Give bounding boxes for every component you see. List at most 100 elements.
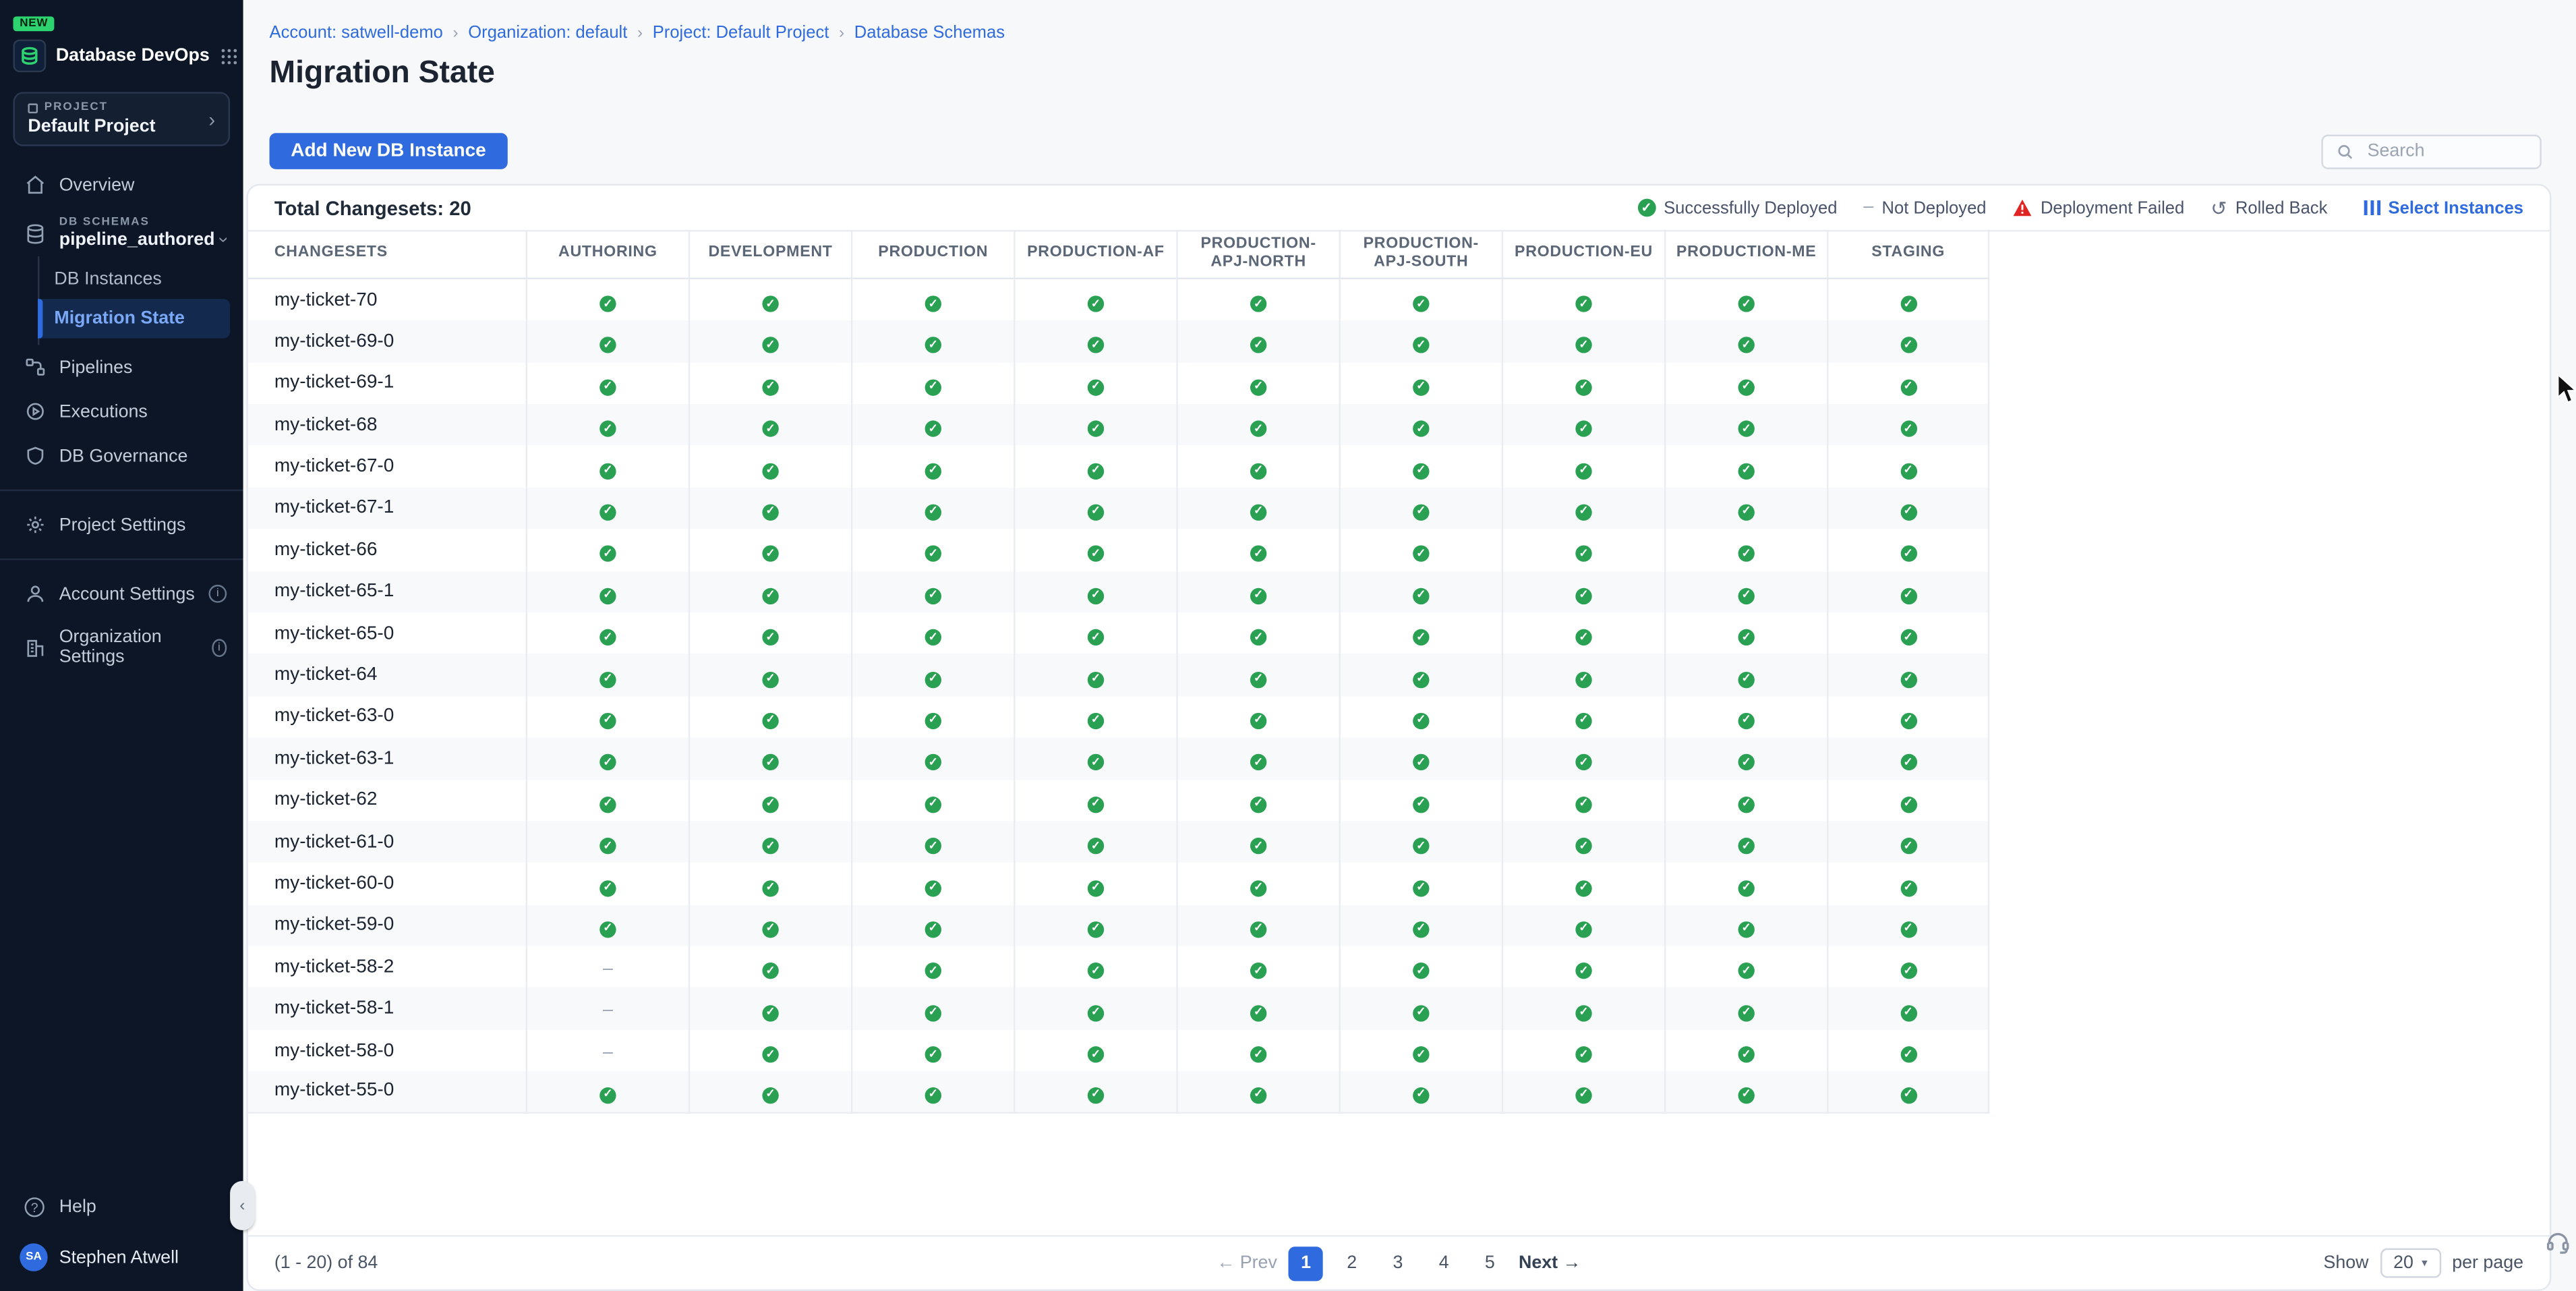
table-row[interactable]: my-ticket-60-0 [248, 863, 1989, 905]
status-cell [689, 654, 851, 696]
page-button-1[interactable]: 1 [1289, 1246, 1323, 1280]
status-cell [1176, 696, 1339, 738]
deployed-check-icon [1738, 295, 1755, 312]
column-header: PRODUCTION [851, 231, 1014, 279]
sidebar-section-db-schemas[interactable]: DB SCHEMAS pipeline_authored › [0, 207, 243, 256]
deployed-check-icon [1900, 421, 1916, 437]
sidebar-item-migration-state[interactable]: Migration State [39, 299, 230, 338]
breadcrumb-organization[interactable]: Organization: default [468, 23, 627, 42]
status-cell [1176, 654, 1339, 696]
table-row[interactable]: my-ticket-58-0 [248, 1030, 1989, 1072]
next-page-button[interactable]: Next → [1519, 1253, 1581, 1273]
sidebar-item-label: Overview [59, 175, 135, 194]
per-page-control: Show 20▾ per page [2323, 1249, 2523, 1278]
table-row[interactable]: my-ticket-67-0 [248, 446, 1989, 488]
new-badge: NEW [13, 16, 54, 31]
app-title: Database DevOps [56, 46, 210, 65]
table-row[interactable]: my-ticket-61-0 [248, 821, 1989, 863]
table-row[interactable]: my-ticket-69-0 [248, 320, 1989, 362]
status-cell [1664, 1071, 1827, 1113]
table-row[interactable]: my-ticket-63-0 [248, 696, 1989, 738]
table-row[interactable]: my-ticket-68 [248, 404, 1989, 446]
deployed-check-icon [1250, 963, 1266, 979]
search-input[interactable] [2364, 140, 2527, 163]
table-row[interactable]: my-ticket-66 [248, 529, 1989, 571]
table-row[interactable]: my-ticket-58-2 [248, 946, 1989, 988]
table-row[interactable]: my-ticket-58-1 [248, 988, 1989, 1030]
deployed-check-icon [599, 337, 616, 353]
status-cell [526, 404, 689, 446]
deployed-check-icon [1575, 921, 1591, 938]
support-widget-icon[interactable] [2545, 1228, 2571, 1263]
status-cell [1827, 571, 1989, 612]
deployed-check-icon [1088, 921, 1104, 938]
breadcrumb-project[interactable]: Project: Default Project [653, 23, 829, 42]
deployed-check-icon [599, 838, 616, 854]
page-button-5[interactable]: 5 [1473, 1246, 1507, 1280]
not-deployed-dash-icon [603, 1000, 613, 1020]
sidebar-item-executions[interactable]: Executions [0, 389, 243, 434]
status-cell [526, 488, 689, 529]
per-page-label: per page [2452, 1253, 2523, 1273]
select-instances-button[interactable]: Select Instances [2364, 198, 2523, 217]
sidebar-item-overview[interactable]: Overview [0, 163, 243, 207]
sidebar-item-project-settings[interactable]: Project Settings [0, 503, 243, 547]
sidebar-collapse-handle[interactable]: ‹ [230, 1181, 255, 1230]
sidebar-item-db-instances[interactable]: DB Instances [39, 260, 230, 299]
breadcrumb-database-schemas[interactable]: Database Schemas [854, 23, 1005, 42]
deployed-check-icon [1900, 505, 1916, 521]
sidebar-item-db-governance[interactable]: DB Governance [0, 434, 243, 478]
sidebar-item-label: Pipelines [59, 357, 133, 377]
user-menu[interactable]: SA Stephen Atwell [0, 1228, 243, 1281]
page-button-2[interactable]: 2 [1335, 1246, 1369, 1280]
deployed-check-icon [1250, 1046, 1266, 1062]
status-cell [1176, 362, 1339, 404]
status-cell [1664, 863, 1827, 905]
table-row[interactable]: my-ticket-67-1 [248, 488, 1989, 529]
status-cell [689, 362, 851, 404]
pipelines-icon [23, 356, 46, 378]
table-row[interactable]: my-ticket-64 [248, 654, 1989, 696]
changeset-name: my-ticket-61-0 [248, 821, 526, 863]
prev-page-button[interactable]: ← Prev [1217, 1253, 1277, 1273]
status-cell [1664, 612, 1827, 654]
page-button-3[interactable]: 3 [1380, 1246, 1415, 1280]
table-row[interactable]: my-ticket-70 [248, 279, 1989, 321]
table-row[interactable]: my-ticket-62 [248, 780, 1989, 822]
status-cell [1664, 320, 1827, 362]
search-icon [2336, 142, 2354, 161]
sidebar-item-organization-settings[interactable]: Organization Settings i [0, 616, 243, 679]
chevron-down-icon: › [214, 237, 233, 243]
breadcrumb-account[interactable]: Account: satwell-demo [270, 23, 443, 42]
apps-grid-icon[interactable] [219, 47, 237, 65]
deployed-check-icon [925, 379, 941, 395]
deployed-check-icon [1088, 337, 1104, 353]
status-cell [1502, 696, 1664, 738]
table-row[interactable]: my-ticket-59-0 [248, 905, 1989, 946]
project-selector[interactable]: PROJECT Default Project › [13, 92, 230, 146]
changeset-name: my-ticket-64 [248, 654, 526, 696]
status-cell [1502, 863, 1664, 905]
status-cell [1664, 946, 1827, 988]
help-icon: ? [23, 1197, 46, 1217]
sidebar-item-account-settings[interactable]: Account Settings i [0, 571, 243, 616]
deployed-check-icon [762, 671, 778, 687]
status-cell [1502, 780, 1664, 822]
help-button[interactable]: ? Help [0, 1186, 243, 1228]
status-cell [851, 654, 1014, 696]
migration-state-panel: Total Changesets: 20 Successfully Deploy… [246, 184, 2551, 1291]
table-row[interactable]: my-ticket-65-0 [248, 612, 1989, 654]
deployed-check-icon [599, 421, 616, 437]
result-range: (1 - 20) of 84 [274, 1253, 378, 1273]
status-cell [851, 571, 1014, 612]
table-row[interactable]: my-ticket-65-1 [248, 571, 1989, 612]
sidebar-item-pipelines[interactable]: Pipelines [0, 345, 243, 389]
deployed-check-icon [1413, 463, 1429, 479]
page-size-select[interactable]: 20▾ [2380, 1249, 2441, 1278]
table-row[interactable]: my-ticket-55-0 [248, 1071, 1989, 1113]
table-row[interactable]: my-ticket-63-1 [248, 738, 1989, 780]
table-row[interactable]: my-ticket-69-1 [248, 362, 1989, 404]
page-button-4[interactable]: 4 [1427, 1246, 1461, 1280]
add-db-instance-button[interactable]: Add New DB Instance [270, 133, 508, 169]
changeset-name: my-ticket-59-0 [248, 905, 526, 946]
